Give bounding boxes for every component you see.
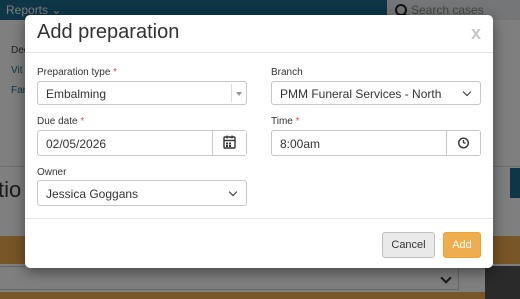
clock-button[interactable] xyxy=(446,131,480,155)
calendar-button[interactable] xyxy=(212,131,246,155)
prep-type-value: Embalming xyxy=(46,87,106,101)
prep-type-label: Preparation type * xyxy=(37,67,117,78)
cancel-button[interactable]: Cancel xyxy=(382,232,435,258)
branch-value: PMM Funeral Services - North xyxy=(280,87,441,101)
combo-divider xyxy=(231,84,232,102)
time-input[interactable]: 8:00am xyxy=(271,130,481,156)
time-label: Time * xyxy=(271,116,300,127)
owner-value: Jessica Goggans xyxy=(46,187,138,201)
due-date-value: 02/05/2026 xyxy=(46,137,106,151)
due-date-label: Due date * xyxy=(37,116,84,127)
time-value: 8:00am xyxy=(280,137,320,151)
caret-down-icon xyxy=(236,92,242,96)
clock-icon xyxy=(447,131,480,155)
add-preparation-dialog: Add preparation x Preparation type * Emb… xyxy=(25,15,493,268)
modal-footer: Cancel Add xyxy=(25,218,493,268)
close-icon[interactable]: x xyxy=(471,23,481,44)
chevron-down-icon xyxy=(463,88,471,96)
due-date-input[interactable]: 02/05/2026 xyxy=(37,130,247,156)
owner-label: Owner xyxy=(37,167,66,178)
calendar-icon xyxy=(213,131,246,155)
chevron-down-icon xyxy=(229,188,237,196)
modal-header: Add preparation x xyxy=(25,15,493,53)
owner-select[interactable]: Jessica Goggans xyxy=(37,180,247,206)
branch-label: Branch xyxy=(271,67,303,78)
branch-select[interactable]: PMM Funeral Services - North xyxy=(271,81,481,105)
add-button[interactable]: Add xyxy=(443,232,481,258)
preparation-type-combobox[interactable]: Embalming xyxy=(37,81,247,105)
modal-title: Add preparation xyxy=(37,21,179,44)
